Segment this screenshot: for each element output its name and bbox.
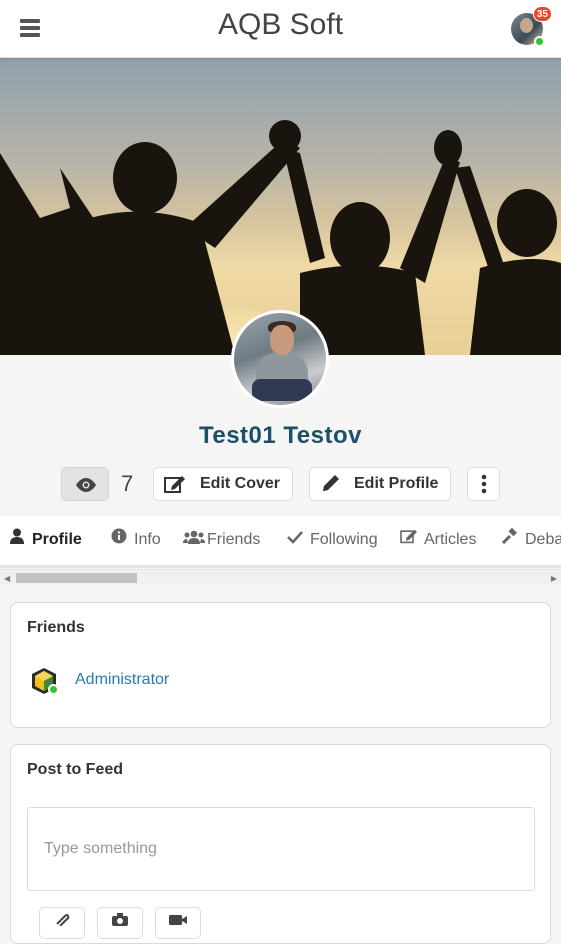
friends-card-title: Friends bbox=[27, 619, 85, 636]
profile-tabs: Profile Info Friends Following Articles … bbox=[0, 516, 561, 568]
top-navbar: AQB Soft 35 bbox=[0, 0, 561, 58]
scroll-left-icon[interactable]: ◀ bbox=[4, 574, 10, 583]
profile-actions: 7 Edit Cover Edit Profile bbox=[0, 467, 561, 501]
friends-card: Friends Administrator bbox=[10, 602, 551, 728]
tab-articles-label: Articles bbox=[424, 531, 477, 548]
tab-debates-label: Deba bbox=[525, 531, 561, 548]
video-button[interactable] bbox=[155, 907, 201, 939]
edit-profile-label: Edit Profile bbox=[354, 475, 439, 492]
user-avatar[interactable]: 35 bbox=[511, 6, 552, 47]
attach-button[interactable] bbox=[39, 907, 85, 939]
post-card-title: Post to Feed bbox=[27, 761, 124, 778]
user-icon bbox=[8, 516, 26, 564]
app-title: AQB Soft bbox=[217, 8, 344, 41]
tabs-scrollbar[interactable]: ◀ ▶ bbox=[0, 569, 561, 585]
ellipsis-vertical-icon bbox=[481, 474, 487, 494]
profile-name: Test01 Testov bbox=[198, 422, 362, 449]
tab-info-label: Info bbox=[134, 531, 161, 548]
edit-cover-label: Edit Cover bbox=[200, 475, 281, 492]
notification-badge: 35 bbox=[532, 6, 552, 22]
tab-info[interactable]: Info bbox=[110, 516, 161, 565]
post-to-feed-card: Post to Feed Type something bbox=[10, 744, 551, 944]
info-icon bbox=[110, 516, 128, 564]
profile-avatar[interactable] bbox=[231, 310, 329, 408]
edit-icon bbox=[164, 476, 185, 493]
photo-button[interactable] bbox=[97, 907, 143, 939]
gavel-icon bbox=[501, 516, 519, 564]
users-icon bbox=[183, 516, 205, 564]
tab-friends-label: Friends bbox=[207, 531, 261, 548]
video-icon bbox=[169, 915, 187, 925]
friend-online-dot bbox=[48, 684, 59, 695]
friend-link-administrator[interactable]: Administrator bbox=[75, 671, 169, 689]
edit-profile-button[interactable]: Edit Profile bbox=[309, 467, 451, 501]
check-icon bbox=[286, 516, 304, 564]
scrollbar-thumb[interactable] bbox=[16, 573, 137, 583]
tab-debates[interactable]: Deba bbox=[501, 516, 561, 565]
edit-cover-button[interactable]: Edit Cover bbox=[153, 467, 293, 501]
attach-icon bbox=[56, 914, 70, 927]
tab-profile-label: Profile bbox=[32, 531, 82, 548]
tab-friends[interactable]: Friends bbox=[183, 516, 260, 565]
more-options-button[interactable] bbox=[467, 467, 500, 501]
edit-icon bbox=[400, 516, 418, 564]
tab-articles[interactable]: Articles bbox=[400, 516, 476, 565]
pencil-icon bbox=[323, 475, 339, 491]
online-status-dot bbox=[534, 36, 545, 47]
camera-icon bbox=[112, 913, 128, 926]
views-button[interactable] bbox=[61, 467, 109, 501]
tab-following-label: Following bbox=[310, 531, 378, 548]
tab-profile[interactable]: Profile bbox=[8, 516, 97, 565]
views-count: 7 bbox=[121, 471, 134, 496]
scroll-right-icon[interactable]: ▶ bbox=[551, 574, 557, 583]
tab-following[interactable]: Following bbox=[286, 516, 378, 565]
eye-icon bbox=[76, 478, 96, 492]
post-input[interactable]: Type something bbox=[27, 807, 535, 891]
